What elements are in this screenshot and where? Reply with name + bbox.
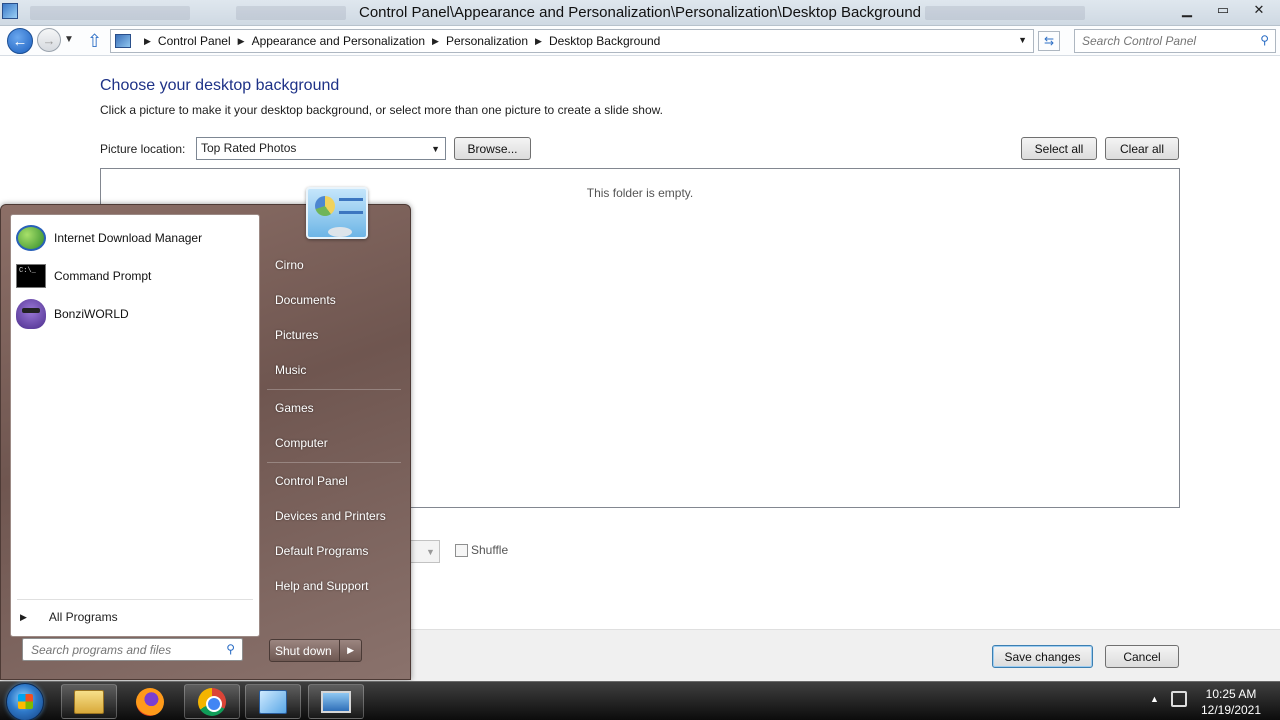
title-bar: Control Panel\Appearance and Personaliza… [0, 0, 1280, 26]
list-lines-icon [339, 198, 363, 214]
address-bar: ← → ▼ ⇧ ▶ Control Panel ▶ Appearance and… [0, 26, 1280, 56]
start-item-control-panel[interactable]: Control Panel [275, 474, 348, 488]
all-programs-label: All Programs [48, 610, 118, 624]
program-internet-download-manager[interactable]: Internet Download Manager [13, 220, 257, 256]
network-icon[interactable] [1171, 691, 1187, 707]
up-arrow-icon[interactable]: ⇧ [87, 31, 102, 52]
firefox-icon [136, 687, 164, 716]
cancel-button[interactable]: Cancel [1105, 645, 1179, 668]
search-icon[interactable]: ⚲ [226, 642, 235, 656]
taskbar-explorer[interactable] [61, 684, 117, 719]
shutdown-button[interactable]: Shut down ▶ [269, 639, 362, 662]
address-dropdown-icon[interactable]: ▼ [1018, 35, 1027, 45]
window-controls: ▁ ▭ ✕ [1170, 0, 1276, 20]
start-search-input[interactable] [23, 639, 213, 660]
checkbox-box[interactable] [455, 543, 468, 557]
forward-button[interactable]: → [37, 28, 61, 52]
breadcrumb-personalization[interactable]: Personalization [446, 34, 528, 48]
select-all-button[interactable]: Select all [1021, 137, 1097, 160]
search-icon[interactable]: ⚲ [1260, 33, 1269, 47]
chevron-right-icon: ▶ [20, 611, 27, 622]
breadcrumb-desktop-background[interactable]: Desktop Background [549, 34, 660, 48]
pinned-programs-panel: Internet Download Manager C:\_ Command P… [10, 214, 260, 637]
taskbar-chrome[interactable] [184, 684, 240, 719]
maximize-button[interactable]: ▭ [1206, 0, 1240, 20]
forward-arrow-icon: → [42, 32, 56, 48]
search-control-panel[interactable]: ⚲ [1074, 29, 1276, 53]
start-item-computer[interactable]: Computer [275, 436, 328, 450]
divider [267, 389, 401, 390]
shuffle-label: Shuffle [471, 543, 509, 557]
picture-location-value: Top Rated Photos [201, 141, 297, 155]
save-changes-button[interactable]: Save changes [992, 645, 1093, 668]
taskbar-firefox[interactable] [122, 684, 178, 719]
program-label: Command Prompt [54, 269, 152, 283]
browse-button[interactable]: Browse... [454, 137, 531, 160]
user-picture[interactable] [306, 187, 368, 239]
shutdown-label: Shut down [275, 643, 332, 658]
start-item-help-support[interactable]: Help and Support [275, 579, 368, 593]
back-button[interactable]: ← [7, 28, 33, 54]
divider [17, 599, 253, 600]
program-label: Internet Download Manager [54, 231, 203, 245]
back-arrow-icon: ← [12, 32, 28, 50]
clear-all-button[interactable]: Clear all [1105, 137, 1179, 160]
internet-download-manager-icon [16, 225, 46, 251]
shutdown-options-icon[interactable]: ▶ [339, 640, 361, 661]
refresh-icon[interactable]: ⇆ [1038, 31, 1060, 51]
start-item-games[interactable]: Games [275, 401, 314, 415]
program-command-prompt[interactable]: C:\_ Command Prompt [13, 258, 257, 294]
start-search-box[interactable]: ⚲ [22, 638, 243, 661]
desktop-background-icon [321, 690, 351, 713]
search-input[interactable] [1075, 30, 1245, 52]
windows-explorer-icon [74, 689, 104, 714]
breadcrumb-control-panel[interactable]: Control Panel [158, 34, 231, 48]
divider [267, 462, 401, 463]
minimize-button[interactable]: ▁ [1170, 0, 1204, 20]
command-prompt-icon: C:\_ [16, 264, 46, 288]
breadcrumb[interactable]: ▶ Control Panel ▶ Appearance and Persona… [110, 29, 1034, 53]
control-panel-icon [115, 34, 131, 48]
start-button[interactable] [6, 683, 44, 720]
bonziworld-icon [16, 299, 46, 329]
show-hidden-icons-icon[interactable]: ▲ [1150, 694, 1159, 704]
clock-date: 12/19/2021 [1200, 703, 1262, 717]
clock[interactable]: 10:25 AM 12/19/2021 [1196, 686, 1266, 718]
control-panel-icon [259, 689, 287, 714]
start-item-music[interactable]: Music [275, 363, 306, 377]
recent-pages-dropdown-icon[interactable]: ▼ [64, 34, 74, 45]
taskbar-control-panel[interactable] [245, 684, 301, 719]
all-programs-button[interactable]: ▶ All Programs [17, 610, 118, 624]
taskbar: ▲ 10:25 AM 12/19/2021 [0, 681, 1280, 720]
close-button[interactable]: ✕ [1242, 0, 1276, 20]
page-title: Choose your desktop background [100, 77, 340, 94]
chrome-icon [198, 687, 226, 716]
start-item-pictures[interactable]: Pictures [275, 328, 318, 342]
chevron-right-icon[interactable]: ▶ [144, 36, 151, 47]
empty-folder-message: This folder is empty. [586, 186, 694, 200]
program-label: BonziWORLD [54, 307, 129, 321]
chevron-right-icon[interactable]: ▶ [238, 36, 245, 47]
pie-chart-icon [315, 196, 335, 216]
start-item-devices-printers[interactable]: Devices and Printers [275, 509, 386, 523]
start-item-cirno[interactable]: Cirno [275, 258, 304, 272]
clock-time: 10:25 AM [1205, 687, 1257, 701]
chevron-right-icon[interactable]: ▶ [535, 36, 542, 47]
chevron-down-icon: ▼ [431, 144, 440, 154]
start-menu: Internet Download Manager C:\_ Command P… [0, 187, 411, 680]
program-bonziworld[interactable]: BonziWORLD [13, 296, 257, 332]
taskbar-desktop-background[interactable] [308, 684, 364, 719]
picture-location-select[interactable]: Top Rated Photos ▼ [196, 137, 446, 160]
window-title: Control Panel\Appearance and Personaliza… [358, 4, 922, 21]
chevron-right-icon[interactable]: ▶ [432, 36, 439, 47]
shuffle-checkbox[interactable]: Shuffle [455, 543, 508, 557]
page-description: Click a picture to make it your desktop … [100, 103, 663, 117]
start-item-documents[interactable]: Documents [275, 293, 336, 307]
picture-location-label: Picture location: [100, 142, 186, 156]
satellite-dish-icon [328, 227, 352, 237]
start-item-default-programs[interactable]: Default Programs [275, 544, 368, 558]
breadcrumb-appearance[interactable]: Appearance and Personalization [252, 34, 425, 48]
